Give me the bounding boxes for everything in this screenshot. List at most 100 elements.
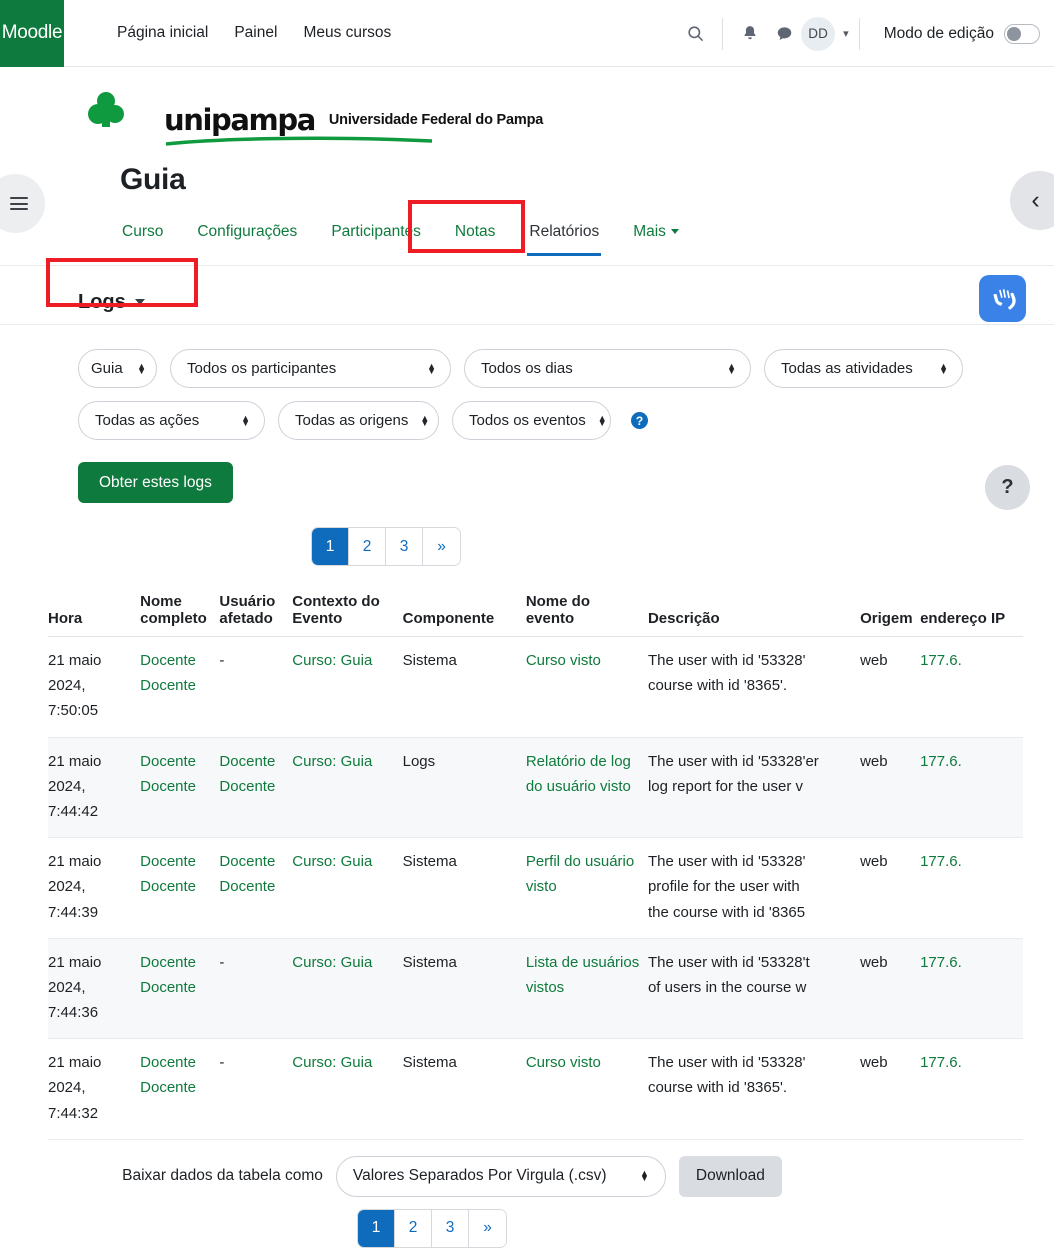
th-componente[interactable]: Componente: [402, 588, 526, 637]
page-button-1[interactable]: 1: [312, 528, 349, 565]
th-descricao[interactable]: Descrição: [647, 588, 861, 637]
edit-mode-toggle[interactable]: [1004, 23, 1040, 44]
tab-mais[interactable]: Mais: [631, 223, 681, 255]
cell-context[interactable]: Curso: Guia: [292, 636, 403, 738]
cell-ip[interactable]: 177.6.: [920, 938, 1023, 1040]
cell-ip[interactable]: 177.6.: [920, 837, 1023, 939]
tab-configuracoes[interactable]: Configurações: [195, 223, 299, 255]
download-format-select[interactable]: Valores Separados Por Virgula (.csv) ▲ ▼: [335, 1155, 666, 1197]
filter-days-select[interactable]: Todos os dias ▲ ▼: [464, 349, 751, 388]
log-fullname-link[interactable]: Docente Docente: [140, 853, 196, 895]
cell-context[interactable]: Curso: Guia: [292, 737, 403, 839]
log-affected-user-link[interactable]: Docente Docente: [219, 753, 275, 795]
cell-ip[interactable]: 177.6.: [920, 737, 1023, 839]
th-nome-completo[interactable]: Nome completo: [140, 588, 220, 637]
page-button-2[interactable]: 2: [395, 1209, 432, 1247]
log-ip-link[interactable]: 177.6.: [920, 954, 962, 971]
get-logs-button[interactable]: Obter estes logs: [78, 462, 233, 503]
cell-fullname[interactable]: Docente Docente: [140, 837, 220, 939]
help-icon[interactable]: ?: [631, 412, 648, 429]
log-ip-link[interactable]: 177.6.: [920, 652, 962, 669]
moodle-logo[interactable]: Moodle: [0, 0, 64, 67]
tab-relatorios[interactable]: Relatórios: [527, 223, 601, 256]
filter-activities-select[interactable]: Todas as atividades ▲ ▼: [764, 349, 963, 388]
cell-fullname[interactable]: Docente Docente: [140, 737, 220, 839]
th-usuario-afetado[interactable]: Usuário afetado: [219, 588, 293, 637]
tab-notas[interactable]: Notas: [453, 223, 498, 255]
cell-event-name[interactable]: Lista de usuários vistos: [525, 938, 648, 1040]
log-context-link[interactable]: Curso: Guia: [292, 954, 372, 971]
log-context-link[interactable]: Curso: Guia: [292, 853, 372, 870]
message-icon[interactable]: [767, 17, 801, 51]
log-context-link[interactable]: Curso: Guia: [292, 652, 372, 669]
page-next-button[interactable]: »: [423, 528, 460, 565]
cell-event-name[interactable]: Perfil do usuário visto: [525, 837, 648, 939]
cell-fullname[interactable]: Docente Docente: [140, 1038, 220, 1140]
log-ip-link[interactable]: 177.6.: [920, 753, 962, 770]
cell-context[interactable]: Curso: Guia: [292, 837, 403, 939]
cell-ip[interactable]: 177.6.: [920, 636, 1023, 738]
sign-language-hands-icon[interactable]: [979, 275, 1026, 322]
log-event-name-link[interactable]: Perfil do usuário visto: [526, 853, 634, 895]
th-endereco-ip[interactable]: endereço IP: [920, 588, 1023, 637]
th-origem[interactable]: Origem: [860, 588, 921, 637]
page-button-1[interactable]: 1: [358, 1209, 395, 1247]
cell-context[interactable]: Curso: Guia: [292, 1038, 403, 1140]
download-button[interactable]: Download: [678, 1155, 782, 1197]
log-fullname-link[interactable]: Docente Docente: [140, 753, 196, 795]
filter-course-select[interactable]: Guia ▲ ▼: [78, 349, 157, 388]
filter-actions-select[interactable]: Todas as ações ▲ ▼: [78, 401, 265, 440]
filter-origins-select[interactable]: Todas as origens ▲ ▼: [278, 401, 439, 440]
tab-curso[interactable]: Curso: [120, 223, 165, 255]
th-contexto-do-evento[interactable]: Contexto do Evento: [292, 588, 403, 637]
table-header-row: Hora Nome completo Usuário afetado Conte…: [48, 588, 1023, 637]
log-fullname-link[interactable]: Docente Docente: [140, 652, 196, 694]
cell-event-name[interactable]: Relatório de log do usuário visto: [525, 737, 648, 839]
nav-link-my-courses[interactable]: Meus cursos: [303, 24, 391, 42]
cell-time: 21 maio 2024, 7:44:32: [48, 1038, 141, 1140]
avatar[interactable]: DD: [801, 16, 836, 51]
page-button-3[interactable]: 3: [386, 528, 423, 565]
nav-link-home[interactable]: Página inicial: [117, 24, 208, 42]
cell-affected[interactable]: Docente Docente: [219, 737, 293, 839]
log-context-link[interactable]: Curso: Guia: [292, 753, 372, 770]
block-drawer-toggle[interactable]: ‹: [1010, 171, 1054, 230]
page-button-2[interactable]: 2: [349, 528, 386, 565]
cell-affected: -: [219, 938, 293, 1040]
cell-ip[interactable]: 177.6.: [920, 1038, 1023, 1140]
log-event-name-link[interactable]: Lista de usuários vistos: [526, 954, 639, 996]
page-next-button[interactable]: »: [469, 1209, 506, 1247]
chevron-down-icon[interactable]: ▾: [843, 27, 849, 40]
log-ip-link[interactable]: 177.6.: [920, 1054, 962, 1071]
tab-participantes[interactable]: Participantes: [329, 223, 423, 255]
cell-event-name[interactable]: Curso visto: [525, 1038, 648, 1140]
th-nome-do-evento[interactable]: Nome do evento: [525, 588, 648, 637]
report-select-logs[interactable]: Logs: [78, 291, 145, 314]
cell-origin: web: [860, 938, 921, 1040]
bell-icon[interactable]: [733, 17, 767, 51]
log-event-name-link[interactable]: Curso visto: [526, 652, 601, 669]
cell-context[interactable]: Curso: Guia: [292, 938, 403, 1040]
log-event-name-link[interactable]: Relatório de log do usuário visto: [526, 753, 631, 795]
cell-affected[interactable]: Docente Docente: [219, 837, 293, 939]
th-nome-evento-line1: Nome do: [525, 593, 590, 610]
cell-fullname[interactable]: Docente Docente: [140, 636, 220, 738]
nav-link-dashboard[interactable]: Painel: [234, 24, 277, 42]
page-help-icon[interactable]: ?: [985, 465, 1030, 510]
log-context-link[interactable]: Curso: Guia: [292, 1054, 372, 1071]
select-arrows-icon: ▲ ▼: [420, 412, 430, 428]
filter-events-select[interactable]: Todos os eventos ▲ ▼: [452, 401, 611, 440]
search-icon[interactable]: [678, 17, 712, 51]
cell-fullname[interactable]: Docente Docente: [140, 938, 220, 1040]
log-event-name-link[interactable]: Curso visto: [526, 1054, 601, 1071]
log-affected-user-link[interactable]: Docente Docente: [219, 853, 275, 895]
filter-participants-select[interactable]: Todos os participantes ▲ ▼: [170, 349, 451, 388]
top-navbar: Moodle Página inicial Painel Meus cursos…: [0, 0, 1054, 67]
log-ip-link[interactable]: 177.6.: [920, 853, 962, 870]
log-fullname-link[interactable]: Docente Docente: [140, 1054, 196, 1096]
th-hora[interactable]: Hora: [48, 588, 141, 637]
cell-event-name[interactable]: Curso visto: [525, 636, 648, 738]
log-fullname-link[interactable]: Docente Docente: [140, 954, 196, 996]
select-arrows-icon: ▲ ▼: [427, 360, 436, 376]
page-button-3[interactable]: 3: [432, 1209, 469, 1247]
